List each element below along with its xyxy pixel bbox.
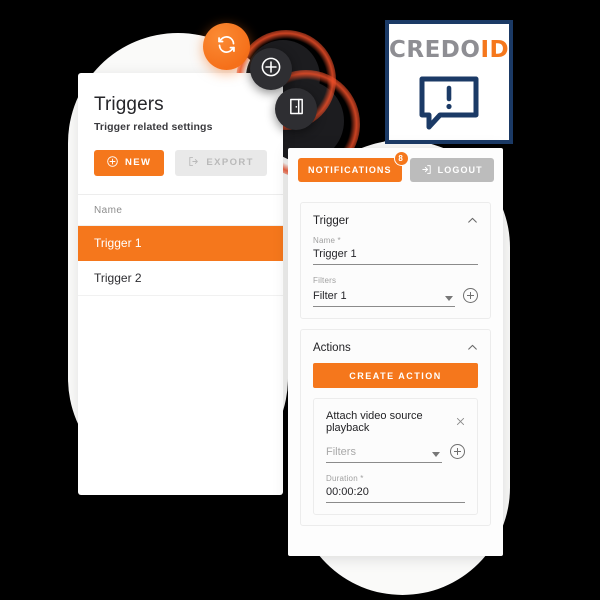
add-action-filter-button[interactable]	[450, 444, 465, 459]
export-button[interactable]: EXPORT	[175, 149, 267, 176]
action-duration-label: Duration *	[326, 474, 364, 483]
refresh-fab-button[interactable]	[203, 23, 250, 70]
credo-id-logo-card: CREDOID	[385, 20, 513, 144]
logout-button[interactable]: LOGOUT	[409, 158, 494, 182]
add-filter-button[interactable]	[463, 288, 478, 303]
credo-id-wordmark: CREDOID	[389, 37, 509, 63]
trigger-section-title: Trigger	[313, 214, 349, 227]
triggers-card: Triggers Trigger related settings NEW EX…	[78, 73, 283, 495]
trigger-section: Trigger Name * Trigger 1 Filters Filter …	[300, 202, 491, 319]
top-action-bar: NOTIFICATIONS 8 LOGOUT	[288, 148, 503, 192]
export-button-label: EXPORT	[206, 157, 254, 169]
door-fab-button[interactable]	[275, 88, 317, 130]
credo-word: CREDO	[389, 37, 481, 63]
actions-section: Actions CREATE ACTION Attach video sourc…	[300, 329, 491, 526]
triggers-table: Name Trigger 1 Trigger 2	[78, 193, 283, 296]
chevron-up-icon[interactable]	[466, 214, 479, 227]
column-header-name: Name	[78, 193, 283, 226]
trigger-filters-label: Filters	[313, 276, 337, 285]
action-title: Attach video source playback	[326, 410, 423, 434]
add-fab-button[interactable]	[250, 48, 292, 90]
trigger-name: Trigger 2	[94, 270, 142, 285]
export-icon	[188, 156, 199, 170]
notifications-button[interactable]: NOTIFICATIONS 8	[298, 151, 409, 182]
door-icon	[286, 96, 307, 122]
notifications-badge: 8	[393, 151, 409, 166]
plus-icon	[260, 56, 282, 83]
action-item-card: Attach video source playback Filters Dur…	[313, 398, 478, 515]
close-icon[interactable]	[455, 416, 466, 429]
actions-section-title: Actions	[313, 341, 351, 354]
table-row[interactable]: Trigger 1	[78, 225, 283, 261]
action-filters-select[interactable]: Filters	[326, 446, 442, 463]
toolbar: NEW EXPORT	[94, 149, 283, 176]
chevron-down-icon[interactable]	[445, 296, 453, 301]
action-filters-field: Filters	[314, 444, 477, 474]
trigger-name: Trigger 1	[94, 235, 142, 250]
chevron-down-icon[interactable]	[432, 452, 440, 457]
create-action-button[interactable]: CREATE ACTION	[313, 363, 478, 388]
trigger-name-field[interactable]: Name * Trigger 1	[301, 236, 490, 276]
actions-section-header[interactable]: Actions	[301, 330, 490, 363]
trigger-name-label: Name *	[313, 236, 341, 245]
trigger-filters-field: Filters Filter 1	[301, 276, 490, 318]
new-button-label: NEW	[125, 157, 152, 169]
chevron-up-icon[interactable]	[466, 341, 479, 354]
trigger-detail-card: NOTIFICATIONS 8 LOGOUT Trigger Name * Tr…	[288, 148, 503, 556]
plus-circle-icon	[107, 156, 118, 170]
composition-stage: Triggers Trigger related settings NEW EX…	[0, 0, 600, 600]
logout-icon	[421, 164, 432, 177]
trigger-name-input[interactable]: Trigger 1	[313, 248, 478, 265]
notifications-label: NOTIFICATIONS	[308, 165, 392, 175]
page-title: Triggers	[94, 94, 164, 115]
alert-speech-bubble-icon	[389, 75, 509, 131]
trigger-filters-select[interactable]: Filter 1	[313, 290, 455, 307]
action-duration-input[interactable]: 00:00:20	[326, 486, 465, 503]
trigger-section-header[interactable]: Trigger	[301, 203, 490, 236]
page-subtitle: Trigger related settings	[94, 120, 213, 133]
id-word: ID	[480, 37, 510, 63]
table-row[interactable]: Trigger 2	[78, 261, 283, 296]
logout-label: LOGOUT	[437, 165, 483, 175]
action-duration-field[interactable]: Duration * 00:00:20	[314, 474, 477, 514]
new-button[interactable]: NEW	[94, 149, 165, 176]
refresh-icon	[216, 34, 237, 60]
